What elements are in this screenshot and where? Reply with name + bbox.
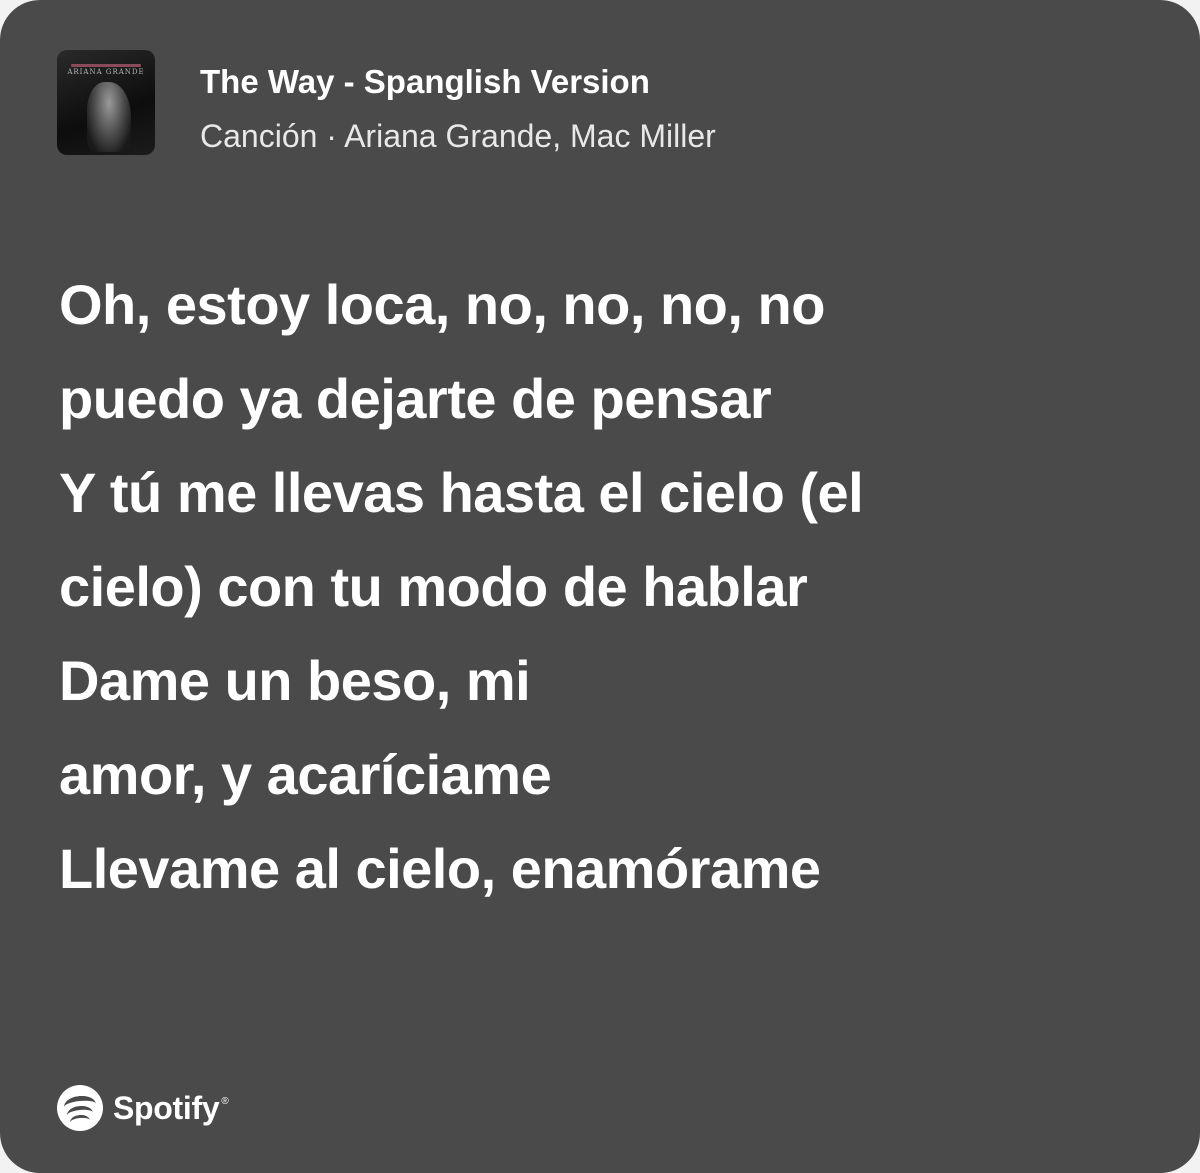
lyric-line: puedo ya dejarte de pensar — [59, 367, 772, 430]
lyric-line: amor, y acaríciame — [59, 743, 552, 806]
album-cover-title-mark — [71, 64, 141, 67]
track-header[interactable]: ARIANA GRANDE The Way - Spanglish Versio… — [57, 50, 716, 156]
album-cover-image[interactable]: ARIANA GRANDE — [57, 50, 155, 155]
album-cover-artist-text: ARIANA GRANDE — [67, 68, 145, 76]
lyrics-share-card: ARIANA GRANDE The Way - Spanglish Versio… — [0, 0, 1200, 1173]
lyric-line: Llevame al cielo, enamórame — [59, 837, 821, 900]
spotify-logo-icon — [57, 1085, 103, 1131]
registered-mark: ® — [221, 1095, 229, 1107]
track-info: The Way - Spanglish Version Canción · Ar… — [200, 62, 716, 156]
track-title[interactable]: The Way - Spanglish Version — [200, 62, 716, 102]
lyrics-block: Oh, estoy loca, no, no, no, no puedo ya … — [59, 258, 1159, 916]
spotify-wordmark: Spotify — [113, 1089, 220, 1126]
lyric-line: Oh, estoy loca, no, no, no, no — [59, 273, 825, 336]
track-subtitle: Canción · Ariana Grande, Mac Miller — [200, 118, 716, 154]
spotify-brand[interactable]: Spotify ® — [57, 1085, 229, 1131]
lyric-line: Dame un beso, mi — [59, 649, 531, 712]
album-cover-figure — [87, 82, 131, 152]
lyric-line: cielo) con tu modo de hablar — [59, 555, 808, 618]
lyric-line: Y tú me llevas hasta el cielo (el — [59, 461, 864, 524]
spotify-logo-wave — [69, 1113, 91, 1130]
